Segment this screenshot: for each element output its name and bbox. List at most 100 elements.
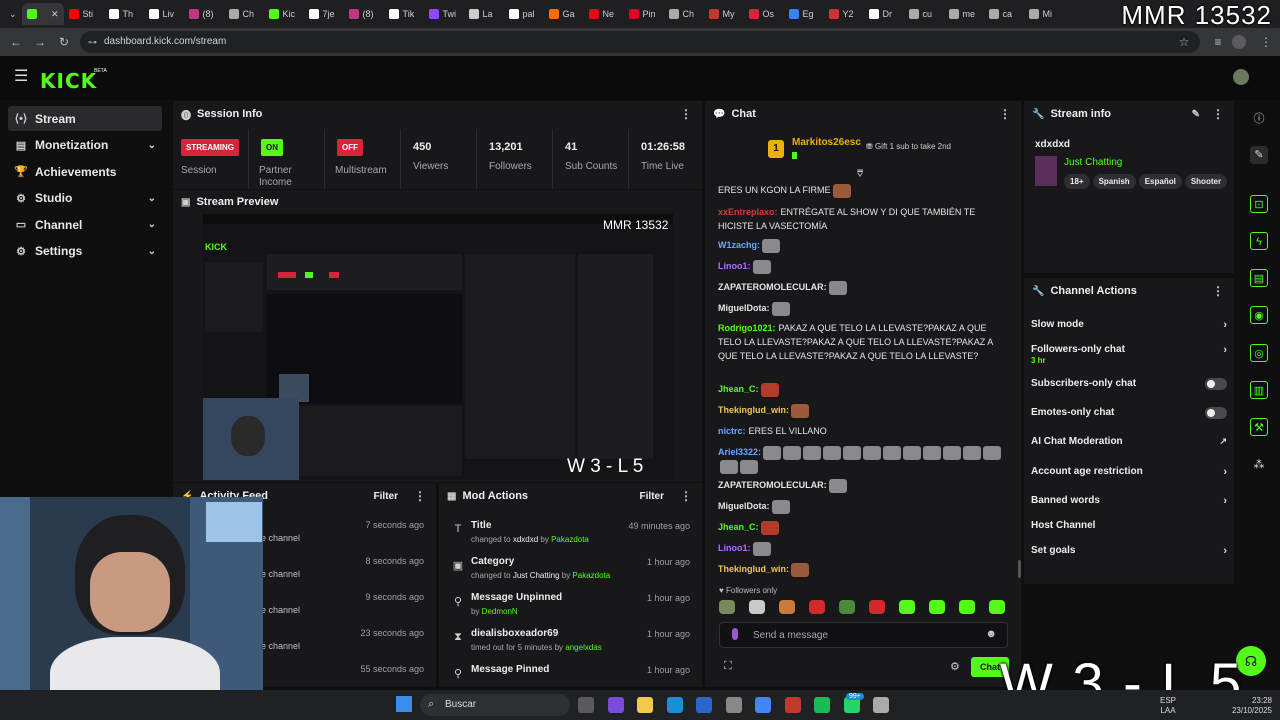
browser-tab[interactable]: Pin bbox=[624, 3, 664, 25]
taskbar-app-icon[interactable] bbox=[637, 697, 653, 713]
browser-tab[interactable]: Mi bbox=[1024, 3, 1064, 25]
channel-action-subscribers-only-chat[interactable]: Subscribers-only chat bbox=[1031, 378, 1227, 392]
external-link-icon[interactable]: ↗ bbox=[1219, 436, 1227, 447]
browser-tab[interactable]: Liv bbox=[144, 3, 184, 25]
browser-tab[interactable]: Th bbox=[104, 3, 144, 25]
browser-tab[interactable]: Ne bbox=[584, 3, 624, 25]
browser-tab[interactable]: pal bbox=[504, 3, 544, 25]
taskbar-app-icon[interactable] bbox=[873, 697, 889, 713]
chat-username[interactable]: Jhean_C: bbox=[718, 384, 759, 394]
chat-message[interactable]: ERES UN KGON LA FIRME bbox=[718, 183, 1008, 198]
stream-tag[interactable]: 18+ bbox=[1064, 174, 1090, 189]
kebab-menu-icon[interactable]: ⋮ bbox=[999, 107, 1011, 121]
tab-list-button[interactable]: ⌄ bbox=[4, 3, 22, 25]
category-name[interactable]: Just Chatting bbox=[1064, 157, 1122, 168]
browser-tab[interactable]: (8) bbox=[184, 3, 224, 25]
chat-message[interactable]: Thekinglud_win: bbox=[718, 403, 1008, 418]
taskbar-app-icon[interactable] bbox=[578, 697, 594, 713]
edit-icon[interactable]: ✎ bbox=[1250, 146, 1268, 164]
sidebar-item-studio[interactable]: ⚙ Studio ⌄ bbox=[8, 186, 162, 211]
browser-tab[interactable]: ca bbox=[984, 3, 1024, 25]
gift-sub-prompt[interactable]: ⛃ Gift 1 sub to take 2nd bbox=[866, 142, 951, 151]
notes-icon[interactable]: ▤ bbox=[1250, 269, 1268, 287]
browser-tab[interactable]: cu bbox=[904, 3, 944, 25]
browser-tab[interactable]: Os bbox=[744, 3, 784, 25]
mic-icon[interactable] bbox=[732, 628, 738, 640]
stream-tag[interactable]: Spanish bbox=[1092, 174, 1136, 189]
chat-username[interactable]: ZAPATEROMOLECULAR: bbox=[718, 282, 827, 292]
chevron-down-icon[interactable]: ⌄ bbox=[148, 246, 156, 257]
toggle-switch[interactable] bbox=[1205, 407, 1227, 419]
quick-emote-icon[interactable] bbox=[899, 600, 915, 614]
chat-username[interactable]: MiguelDota: bbox=[718, 501, 770, 511]
info-icon[interactable]: ⓘ bbox=[1250, 110, 1268, 128]
browser-tab[interactable]: Y2 bbox=[824, 3, 864, 25]
sidebar-item-stream[interactable]: ⟨•⟩ Stream bbox=[8, 106, 162, 131]
chat-message[interactable]: ZAPATEROMOLECULAR: bbox=[718, 478, 1008, 493]
top-gifter-name[interactable]: Markitos26esc bbox=[792, 137, 861, 148]
sidebar-item-achievements[interactable]: 🏆 Achievements bbox=[8, 159, 162, 184]
quick-emote-icon[interactable] bbox=[989, 600, 1005, 614]
channel-action-slow-mode[interactable]: Slow mode › bbox=[1031, 319, 1227, 333]
channel-action-ai-chat-moderation[interactable]: AI Chat Moderation ↗ bbox=[1031, 436, 1227, 450]
chat-username[interactable]: Ariel3322: bbox=[718, 447, 761, 457]
quick-emote-icon[interactable] bbox=[959, 600, 975, 614]
taskbar-app-icon[interactable] bbox=[725, 697, 742, 713]
chat-message[interactable]: Linoo1: bbox=[718, 541, 1008, 556]
browser-tab[interactable]: Tik bbox=[384, 3, 424, 25]
taskbar-app-icon[interactable] bbox=[696, 697, 712, 713]
chat-username[interactable]: Jhean_C: bbox=[718, 522, 759, 532]
extensions-icon[interactable]: ⁂ bbox=[1250, 456, 1268, 474]
browser-tab[interactable]: Ch bbox=[664, 3, 704, 25]
chat-settings-icon[interactable]: ⚙ bbox=[950, 660, 960, 673]
close-tab-icon[interactable]: ✕ bbox=[51, 9, 59, 20]
emoji-icon[interactable]: ☻ bbox=[985, 628, 997, 640]
kebab-menu-icon[interactable]: ⋮ bbox=[680, 489, 692, 503]
language-indicator[interactable]: ESP LAA bbox=[1160, 696, 1176, 716]
channel-action-account-age-restriction[interactable]: Account age restriction › bbox=[1031, 466, 1227, 480]
browser-menu-icon[interactable]: ⋮ bbox=[1258, 34, 1274, 50]
taskbar-search[interactable]: ⌕ Buscar bbox=[420, 694, 570, 716]
chat-username[interactable]: xxEntreplaxo: bbox=[718, 207, 778, 217]
chat-collapse-icon[interactable]: ⩢ bbox=[857, 169, 863, 180]
quick-emote-icon[interactable] bbox=[749, 600, 765, 614]
chat-username[interactable]: MiguelDota: bbox=[718, 303, 770, 313]
sidebar-item-channel[interactable]: ▭ Channel ⌄ bbox=[8, 212, 162, 237]
browser-tab[interactable]: me bbox=[944, 3, 984, 25]
chat-username[interactable]: nictrc: bbox=[718, 426, 746, 436]
chat-message[interactable]: Jhean_C: bbox=[718, 382, 1008, 397]
bookmark-star-icon[interactable]: ☆ bbox=[1176, 34, 1192, 50]
quick-emote-icon[interactable] bbox=[839, 600, 855, 614]
chat-username[interactable]: Linoo1: bbox=[718, 261, 751, 271]
url-field[interactable]: ⊶ dashboard.kick.com/stream bbox=[80, 31, 1200, 53]
channel-action-emotes-only-chat[interactable]: Emotes-only chat bbox=[1031, 407, 1227, 421]
chat-message[interactable]: nictrc: ERES EL VILLANO bbox=[718, 424, 1008, 438]
browser-tab[interactable]: Twi bbox=[424, 3, 464, 25]
chat-message[interactable]: MiguelDota: bbox=[718, 499, 1008, 514]
detail-user[interactable]: DedmonN bbox=[482, 607, 518, 616]
chevron-down-icon[interactable]: ⌄ bbox=[148, 140, 156, 151]
browser-tab[interactable]: Dr bbox=[864, 3, 904, 25]
chat-username[interactable]: Thekinglud_win: bbox=[718, 405, 789, 415]
forward-icon[interactable]: → bbox=[32, 34, 48, 50]
browser-tab[interactable]: (8) bbox=[344, 3, 384, 25]
kebab-menu-icon[interactable]: ⋮ bbox=[680, 107, 692, 121]
chat-message[interactable]: xxEntreplaxo: ENTRÉGATE AL SHOW Y DI QUE … bbox=[718, 205, 1008, 233]
store-icon[interactable]: ⛶ bbox=[724, 660, 732, 673]
kebab-menu-icon[interactable]: ⋮ bbox=[414, 489, 426, 503]
chat-message[interactable]: Linoo1: bbox=[718, 259, 1008, 274]
chat-username[interactable]: Rodrigo1021: bbox=[718, 323, 776, 333]
profile-icon[interactable] bbox=[1232, 35, 1246, 49]
quick-emote-icon[interactable] bbox=[929, 600, 945, 614]
taskbar-app-icon[interactable] bbox=[814, 697, 830, 713]
bolt-icon[interactable]: ϟ bbox=[1250, 232, 1268, 250]
chat-message[interactable]: Jhean_C: bbox=[718, 520, 1008, 535]
quick-emote-icon[interactable] bbox=[809, 600, 825, 614]
browser-tab[interactable]: 7je bbox=[304, 3, 344, 25]
reload-icon[interactable]: ↻ bbox=[56, 34, 72, 50]
channel-action-set-goals[interactable]: Set goals › bbox=[1031, 545, 1227, 559]
chevron-right-icon[interactable]: › bbox=[1223, 495, 1227, 507]
kebab-menu-icon[interactable]: ⋮ bbox=[1212, 284, 1224, 298]
taskbar-app-icon[interactable] bbox=[666, 697, 683, 713]
channel-action-followers-only-chat[interactable]: Followers-only chat 3 hr › bbox=[1031, 344, 1227, 365]
